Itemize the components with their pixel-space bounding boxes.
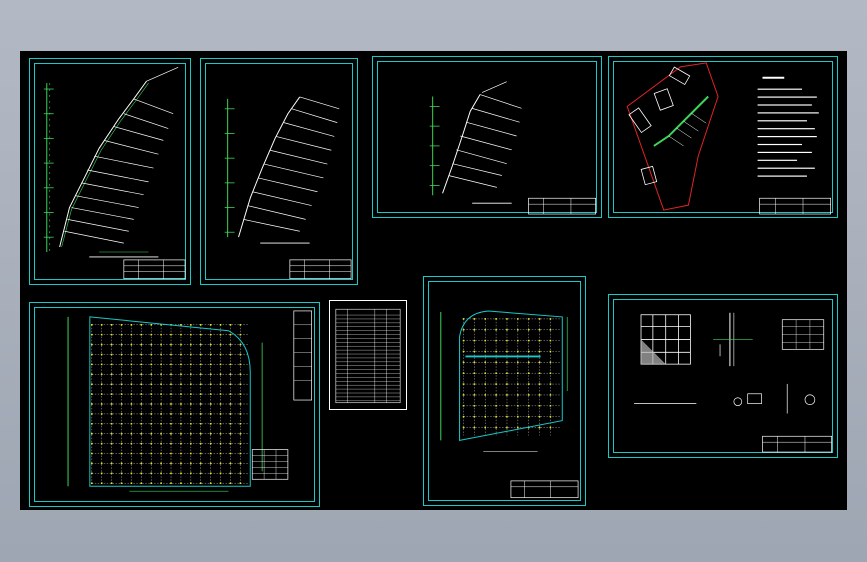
sheet-site-plan[interactable] — [608, 56, 838, 218]
sheet-material-table[interactable] — [329, 300, 407, 410]
grid-plan-large-drawing — [67, 310, 312, 492]
sheet-details[interactable] — [608, 294, 838, 458]
sheet-grid-plan-small[interactable] — [423, 276, 586, 506]
title-block-table — [289, 259, 352, 279]
slope-section-drawing-3 — [429, 81, 596, 215]
sheet-slope-section-2[interactable] — [200, 58, 358, 285]
grid-lines — [462, 318, 561, 436]
sheet-grid-plan-large[interactable] — [29, 302, 320, 507]
site-plan-drawing — [626, 62, 831, 215]
sheet-slope-section-3[interactable] — [372, 56, 602, 218]
details-drawing — [634, 312, 833, 453]
cad-model-space[interactable] — [20, 51, 847, 510]
grid-lines — [91, 323, 249, 485]
grid-plan-small-drawing — [440, 310, 579, 499]
title-block-table — [123, 259, 186, 280]
material-table-drawing — [335, 308, 401, 404]
sheet-slope-section-1[interactable] — [29, 58, 191, 285]
